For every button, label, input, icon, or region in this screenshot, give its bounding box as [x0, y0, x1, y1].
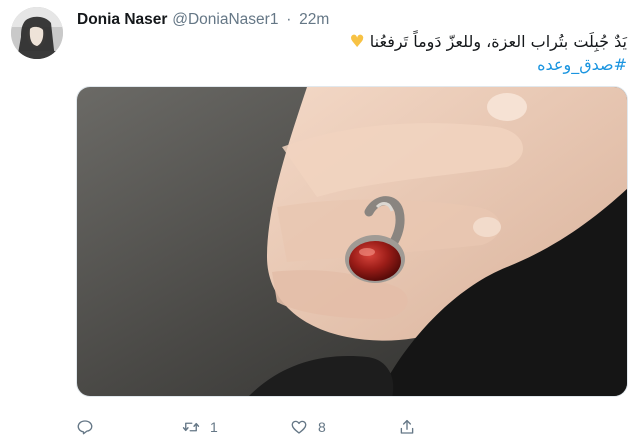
yellow-heart-icon: ♥: [349, 32, 365, 52]
like-button[interactable]: 8: [290, 412, 326, 442]
reply-button[interactable]: [76, 412, 104, 442]
tweet-media-image[interactable]: [76, 86, 628, 397]
reply-icon: [77, 420, 93, 435]
hashtag-link[interactable]: #صدق_وعده: [537, 54, 627, 76]
share-icon: [400, 419, 414, 434]
author-name[interactable]: Donia Naser: [77, 11, 167, 28]
avatar[interactable]: [11, 7, 63, 59]
tweet-text: يَدٌ جُبِلَت بتُراب العزة، وللعزّ دَوماً…: [349, 31, 627, 53]
photo-hand-with-ring: [77, 87, 627, 396]
tweet: Donia Naser @DoniaNaser1 · 22m يَدٌ جُبِ…: [0, 0, 640, 447]
tweet-time[interactable]: 22m: [299, 11, 329, 28]
like-count: 8: [318, 419, 326, 435]
retweet-button[interactable]: 1: [182, 412, 218, 442]
tweet-actions: 1 8: [76, 412, 628, 442]
share-button[interactable]: [398, 412, 416, 442]
author-handle[interactable]: @DoniaNaser1: [172, 11, 278, 28]
separator-dot: ·: [286, 11, 292, 28]
retweet-count: 1: [210, 419, 218, 435]
avatar-image: [11, 7, 63, 59]
tweet-text-body: يَدٌ جُبِلَت بتُراب العزة، وللعزّ دَوماً…: [369, 32, 627, 51]
heart-icon: [291, 420, 307, 434]
tweet-header: Donia Naser @DoniaNaser1 · 22m: [77, 9, 329, 30]
retweet-icon: [182, 422, 200, 432]
